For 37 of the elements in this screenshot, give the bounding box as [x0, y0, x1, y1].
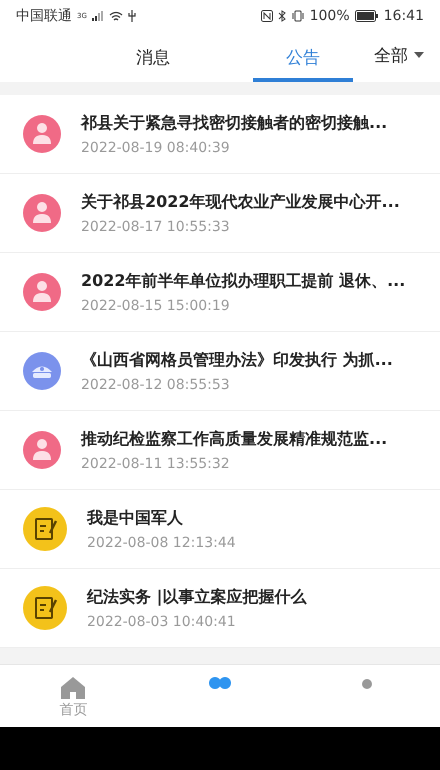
person-avatar-icon [23, 273, 61, 311]
battery-icon [354, 10, 379, 22]
filter-dropdown[interactable]: 全部 [374, 32, 424, 78]
notice-time: 2022-08-08 12:13:44 [87, 534, 236, 550]
clock-time: 16:41 [384, 8, 424, 24]
battery-percent: 100% [310, 8, 350, 24]
document-avatar-icon [23, 507, 67, 551]
nav-label: 首页 [59, 701, 88, 719]
notice-time: 2022-08-11 13:55:32 [81, 456, 231, 472]
notice-time: 2022-08-17 10:55:33 [81, 218, 231, 234]
document-avatar-icon [23, 586, 67, 630]
home-icon [61, 677, 86, 699]
notice-title[interactable]: 2022年前半年单位拟办理职工提前 退休、... [81, 270, 406, 292]
wifi-icon [108, 10, 123, 22]
notice-time: 2022-08-19 08:40:39 [81, 140, 231, 156]
person-avatar-icon [23, 431, 61, 469]
tab[interactable]: 消息 [103, 32, 203, 82]
carrier-name: 中国联通 [16, 7, 72, 25]
nfc-icon [260, 10, 273, 22]
notice-title[interactable]: 祁县关于紧急寻找密切接触者的密切接触... [81, 112, 388, 134]
vibrate-icon [290, 10, 305, 22]
notice-title[interactable]: 《山西省网格员管理办法》印发执行 为抓... [81, 350, 393, 370]
notice-time: 2022-08-12 08:55:53 [81, 376, 231, 392]
signal-icon [92, 11, 104, 21]
notice-title[interactable]: 纪法实务 |以事立案应把握什么 [87, 586, 306, 608]
notice-title[interactable]: 关于祁县2022年现代农业产业发展中心开... [81, 192, 400, 212]
notice-title[interactable]: 推动纪检监察工作高质量发展精准规范监... [81, 428, 388, 450]
bluetooth-icon [278, 10, 286, 22]
notice-title[interactable]: 我是中国军人 [87, 508, 236, 528]
people-icon [208, 677, 232, 689]
usb-icon [128, 10, 136, 22]
cap-avatar-icon [23, 352, 61, 390]
person-avatar-icon [23, 194, 61, 232]
notice-time: 2022-08-15 15:00:19 [81, 298, 231, 314]
person-avatar-icon [23, 115, 61, 153]
caret-icon [414, 52, 424, 58]
notice-time: 2022-08-03 10:40:41 [87, 614, 237, 630]
